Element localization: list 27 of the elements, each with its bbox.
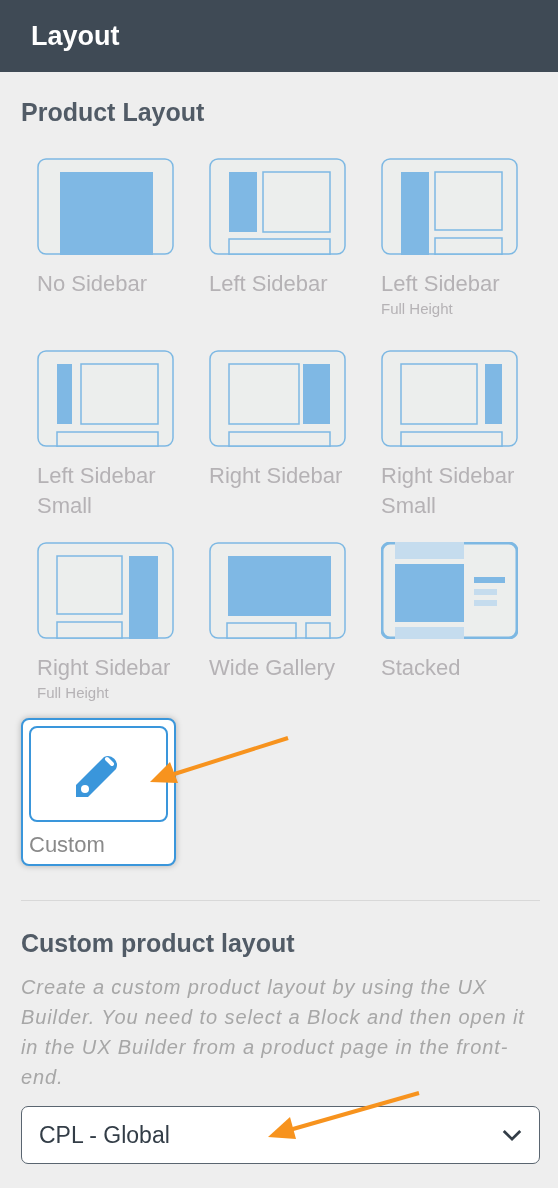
custom-layout-option[interactable]: Custom [21, 718, 176, 866]
section-heading: Product Layout [21, 98, 206, 127]
layout-option[interactable]: Stacked [373, 534, 541, 728]
panel-title: Layout [31, 20, 120, 52]
option-label: Right Sidebar [209, 462, 344, 490]
option-label: Wide Gallery [209, 654, 336, 682]
option-label: Custom [29, 832, 106, 858]
option-label: Stacked [381, 654, 462, 682]
layout-option[interactable]: Left Sidebar Small [29, 342, 197, 536]
layout-option[interactable]: Right Sidebar [201, 342, 369, 536]
section-heading: Custom product layout [21, 929, 296, 958]
option-sublabel: Full Height [381, 299, 454, 319]
option-label: Left Sidebar [381, 270, 501, 298]
option-label: Right Sidebar Small [381, 462, 516, 520]
layout-select[interactable]: CPL - Global [21, 1106, 540, 1164]
layout-option[interactable]: Left Sidebar Full Height [373, 150, 541, 344]
option-label: No Sidebar [37, 270, 149, 298]
option-sublabel: Full Height [37, 683, 110, 703]
layout-option[interactable]: Left Sidebar [201, 150, 369, 344]
section-description: Create a custom product layout by using the UX Builder. You need to select a Block and then open it in the UX Builder from a product page in the front-end. [21, 975, 526, 1090]
layout-option[interactable]: Wide Gallery [201, 534, 369, 728]
layout-option[interactable]: No Sidebar [29, 150, 197, 344]
option-label: Left Sidebar [209, 270, 329, 298]
option-label: Left Sidebar Small [37, 462, 157, 520]
layout-option[interactable]: Right Sidebar Small [373, 342, 541, 536]
option-label: Right Sidebar [37, 654, 172, 682]
chevron-down-icon [501, 1127, 523, 1143]
